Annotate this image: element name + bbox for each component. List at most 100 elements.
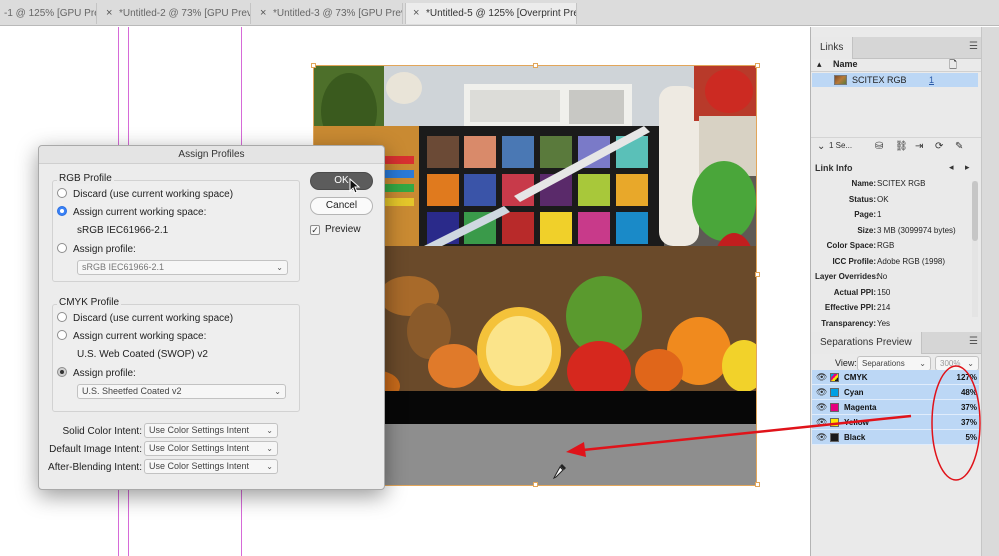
- eye-icon[interactable]: 👁: [816, 370, 827, 385]
- next-link-icon[interactable]: ▸: [965, 162, 970, 173]
- rgb-assign-current-radio[interactable]: Assign current working space:: [57, 206, 206, 219]
- info-row: Transparency: Yes: [811, 319, 974, 332]
- link-row[interactable]: SCITEX RGB 1: [812, 73, 978, 87]
- dialog-title: Assign Profiles: [39, 146, 384, 164]
- document-tab-1[interactable]: -1 @ 125% [GPU Preview]: [0, 3, 97, 24]
- link-info-title: Link Info: [815, 163, 853, 173]
- cmyk-current-space: U.S. Web Coated (SWOP) v2: [77, 349, 208, 360]
- info-key: Layer Overrides:: [815, 272, 879, 281]
- cmyk-discard-radio[interactable]: Discard (use current working space): [57, 312, 233, 325]
- document-tab-4[interactable]: × *Untitled-5 @ 125% [Overprint Preview]: [405, 3, 577, 24]
- checkbox-label: Preview: [325, 224, 361, 235]
- relink-icon[interactable]: ⛓: [895, 141, 908, 152]
- info-value: Yes: [877, 319, 891, 328]
- eye-icon[interactable]: 👁: [816, 385, 827, 400]
- info-row: Page: 1: [811, 210, 974, 223]
- panel-menu-icon[interactable]: ☰: [969, 336, 978, 347]
- close-icon[interactable]: ×: [413, 3, 419, 24]
- radio-icon: [57, 243, 67, 253]
- chevron-down-icon: ⌄: [967, 359, 974, 368]
- solid-color-intent-label: Solid Color Intent:: [62, 426, 143, 437]
- edit-original-icon[interactable]: ✎: [955, 141, 963, 152]
- ok-button[interactable]: OK: [310, 172, 373, 190]
- view-select[interactable]: Separations ⌄: [857, 356, 931, 371]
- links-column-header: ▴ Name 🗋: [811, 58, 982, 72]
- default-image-intent-select[interactable]: Use Color Settings Intent ⌄: [144, 441, 278, 456]
- info-key: Transparency:: [821, 319, 876, 328]
- radio-selected-icon: [57, 367, 67, 377]
- chevron-down-icon: ⌄: [266, 426, 273, 435]
- link-info-scrollbar[interactable]: [972, 181, 978, 317]
- after-blending-intent-label: After-Blending Intent:: [48, 462, 142, 473]
- solid-color-intent-select[interactable]: Use Color Settings Intent ⌄: [144, 423, 278, 438]
- select-value: Use Color Settings Intent: [149, 425, 250, 435]
- document-tab-2[interactable]: × *Untitled-2 @ 73% [GPU Preview]: [99, 3, 251, 24]
- radio-label: Discard (use current working space): [73, 313, 234, 324]
- chevron-down-icon: ⌄: [266, 444, 273, 453]
- checkmark-icon: ✓: [310, 225, 320, 235]
- rgb-profile-title: RGB Profile: [57, 173, 114, 184]
- update-link-icon[interactable]: ⟳: [935, 141, 943, 152]
- info-key: Status:: [848, 195, 876, 204]
- chevron-down-icon: ⌄: [919, 359, 926, 368]
- close-icon[interactable]: ×: [106, 3, 112, 24]
- frame-handle[interactable]: [755, 63, 760, 68]
- separation-row-yellow[interactable]: 👁 Yellow 37%: [812, 415, 979, 430]
- info-key: Actual PPI:: [833, 288, 876, 297]
- info-value: 214: [877, 303, 891, 312]
- link-thumbnail: [834, 75, 847, 85]
- eyedropper-icon: [553, 464, 566, 479]
- separation-row-cyan[interactable]: 👁 Cyan 48%: [812, 385, 979, 400]
- cmyk-profile-select[interactable]: U.S. Sheetfed Coated v2 ⌄: [77, 384, 286, 399]
- cmyk-swatch: [830, 373, 839, 382]
- cmyk-assign-profile-radio[interactable]: Assign profile:: [57, 367, 136, 380]
- info-value: OK: [877, 195, 889, 204]
- rgb-discard-radio[interactable]: Discard (use current working space): [57, 188, 233, 201]
- info-key: Effective PPI:: [824, 303, 876, 312]
- cancel-button[interactable]: Cancel: [310, 197, 373, 215]
- select-value: Use Color Settings Intent: [149, 443, 250, 453]
- close-icon[interactable]: ×: [260, 3, 266, 24]
- cmyk-assign-current-radio[interactable]: Assign current working space:: [57, 330, 206, 343]
- assign-profiles-dialog: Assign Profiles RGB Profile Discard (use…: [38, 145, 385, 490]
- info-value: Adobe RGB (1998): [877, 257, 946, 266]
- rgb-assign-profile-radio[interactable]: Assign profile:: [57, 243, 136, 256]
- info-key: Page:: [854, 210, 876, 219]
- eye-icon[interactable]: 👁: [816, 415, 827, 430]
- goto-link-icon[interactable]: ⇥: [915, 141, 923, 152]
- links-col-name[interactable]: Name: [833, 59, 858, 69]
- frame-handle[interactable]: [755, 272, 760, 277]
- after-blending-intent-select[interactable]: Use Color Settings Intent ⌄: [144, 459, 278, 474]
- info-row: Size: 3 MB (3099974 bytes): [811, 226, 974, 239]
- eye-icon[interactable]: 👁: [816, 400, 827, 415]
- links-toolbar: ⌄ 1 Se... ⛁ ⛓ ⇥ ⟳ ✎: [811, 137, 982, 155]
- frame-handle[interactable]: [755, 482, 760, 487]
- separation-row-magenta[interactable]: 👁 Magenta 37%: [812, 400, 979, 415]
- scrollbar-thumb[interactable]: [972, 181, 978, 241]
- eye-icon[interactable]: 👁: [816, 430, 827, 445]
- separation-name: Cyan: [844, 388, 864, 397]
- panel-menu-icon[interactable]: ☰: [969, 41, 978, 52]
- sort-icon[interactable]: ▴: [817, 59, 822, 70]
- info-key: Size:: [857, 226, 876, 235]
- separation-percent: 37%: [960, 403, 977, 412]
- tab-separations-preview[interactable]: Separations Preview: [811, 332, 922, 354]
- zoom-select[interactable]: 300% ⌄: [935, 356, 979, 371]
- cc-libraries-icon[interactable]: ⛁: [875, 141, 883, 152]
- radio-label: Assign profile:: [73, 244, 136, 255]
- frame-handle[interactable]: [533, 63, 538, 68]
- arrow-cursor-icon: [349, 178, 361, 194]
- prev-link-icon[interactable]: ◂: [949, 162, 954, 173]
- info-value: 150: [877, 288, 891, 297]
- frame-handle[interactable]: [311, 63, 316, 68]
- separation-row-cmyk[interactable]: 👁 CMYK 127%: [812, 370, 979, 385]
- tab-links[interactable]: Links: [811, 37, 854, 59]
- separation-row-black[interactable]: 👁 Black 5%: [812, 430, 979, 445]
- frame-handle[interactable]: [533, 482, 538, 487]
- chevron-down-icon[interactable]: ⌄: [817, 141, 825, 152]
- rgb-profile-select[interactable]: sRGB IEC61966-2.1 ⌄: [77, 260, 288, 275]
- preview-checkbox[interactable]: ✓ Preview: [310, 224, 361, 235]
- document-tab-3[interactable]: × *Untitled-3 @ 73% [GPU Preview]: [253, 3, 403, 24]
- info-key: Color Space:: [826, 241, 876, 250]
- link-page-number[interactable]: 1: [929, 73, 934, 87]
